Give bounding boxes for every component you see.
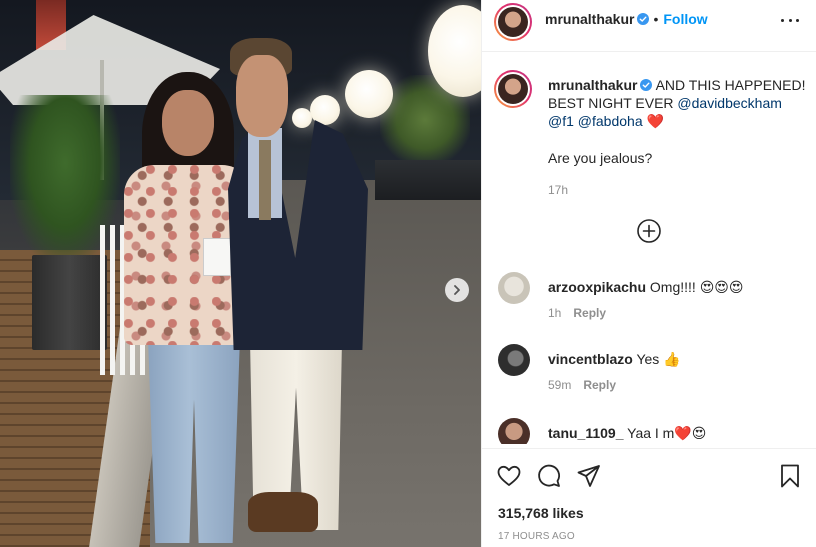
caption-body: mrunalthakur AND THIS HAPPENED! BEST NIG… [548,76,810,199]
comment-text: Yes 👍 [636,351,681,367]
photo-man-tie [259,140,271,220]
author-username[interactable]: mrunalthakur [545,11,634,27]
next-photo-icon [454,285,460,295]
photo-lamp [310,95,340,125]
comment-time[interactable]: 1h [548,306,561,320]
bookmark-icon[interactable] [777,463,803,489]
comment-text-line: arzooxpikachu Omg!!!! 😍😍😍 [548,278,810,296]
likes-count[interactable]: 315,768 likes [498,505,584,521]
post-photo[interactable] [0,0,481,547]
comment-meta: 1h Reply [548,306,606,320]
comment-username[interactable]: arzooxpikachu [548,279,646,295]
mention-link[interactable]: @davidbeckham [677,95,782,111]
photo-man-face [236,55,288,137]
post-side-panel: mrunalthakur • Follow mrunalthakur AND THI… [481,0,816,547]
comments-section[interactable]: mrunalthakur AND THIS HAPPENED! BEST NIG… [482,52,816,444]
photo-man-shoes [248,492,318,532]
follow-button[interactable]: Follow [663,11,707,27]
comment-avatar[interactable] [498,272,530,304]
photo-woman-face [162,90,214,156]
comment-text-line: vincentblazo Yes 👍 [548,350,810,368]
load-more-comments-icon[interactable] [636,218,662,244]
photo-truck [375,160,481,200]
post-header: mrunalthakur • Follow [482,0,816,52]
comment-username[interactable]: tanu_1109_ [548,425,624,441]
photo-lamp [345,70,393,118]
author-avatar[interactable] [494,3,532,41]
comment-time[interactable]: 59m [548,378,571,392]
post-timestamp[interactable]: 17 HOURS AGO [498,531,575,542]
verified-badge-icon [637,13,650,25]
photo-woman-badge [203,238,231,276]
photo-lamp [292,108,312,128]
photo-plant-pot [32,255,107,350]
caption-time[interactable]: 17h [548,181,810,199]
mention-link[interactable]: @f1 [548,113,574,129]
caption-line-2: Are you jealous? [548,150,653,166]
post-actions: 315,768 likes 17 HOURS AGO [482,448,816,547]
verified-badge-icon [640,79,653,91]
more-options-icon[interactable] [781,11,799,29]
caption-author-avatar[interactable] [494,70,532,108]
caption-username[interactable]: mrunalthakur [548,77,637,93]
comment-icon[interactable] [536,463,562,489]
header-separator: • [653,11,659,27]
comment-avatar[interactable] [498,418,530,444]
comment-text-line: tanu_1109_ Yaa I m❤️😍 [548,424,810,442]
heart-icon[interactable] [496,463,522,489]
caption-emoji: ❤️ [646,113,664,129]
comment-text: Yaa I m❤️😍 [627,425,707,441]
reply-button[interactable]: Reply [573,306,606,320]
share-icon[interactable] [576,463,602,489]
next-photo-button[interactable] [445,278,469,302]
mention-link[interactable]: @fabdoha [578,113,643,129]
comment-text: Omg!!!! 😍😍😍 [649,279,744,295]
author-line: mrunalthakur • Follow [545,11,708,27]
comment-username[interactable]: vincentblazo [548,351,633,367]
caption-text: mrunalthakur AND THIS HAPPENED! BEST NIG… [548,76,810,130]
comment-avatar[interactable] [498,344,530,376]
reply-button[interactable]: Reply [583,378,616,392]
comment-meta: 59m Reply [548,378,616,392]
